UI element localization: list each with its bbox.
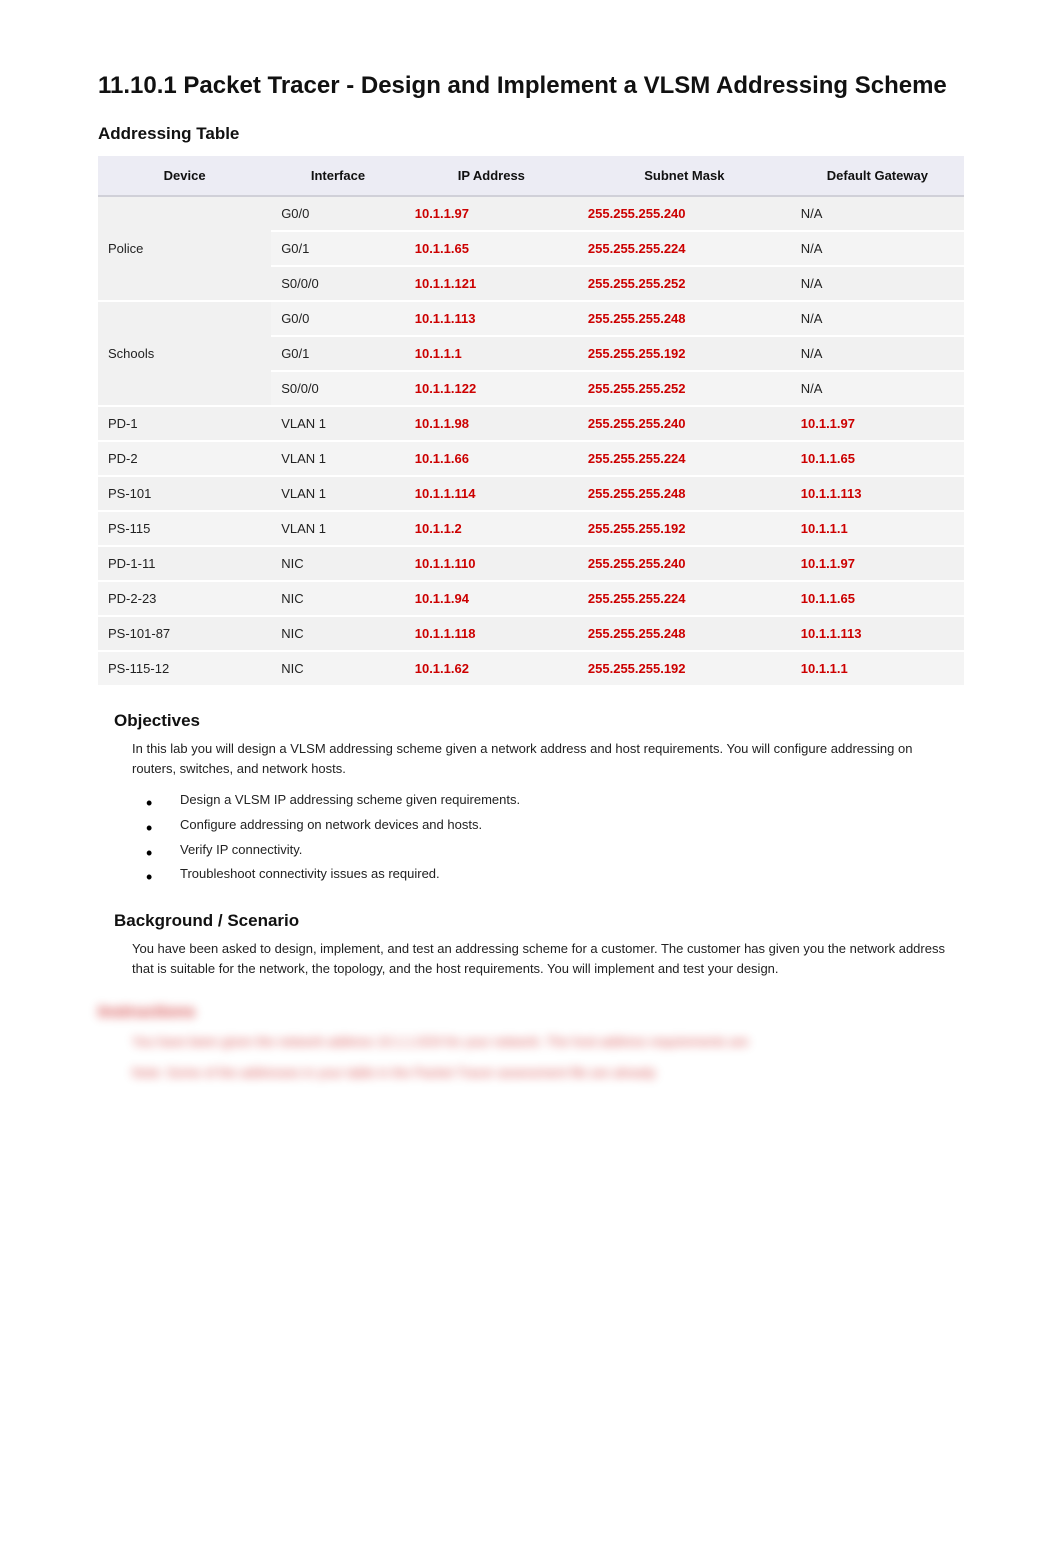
cell-gateway: 10.1.1.1 [791,511,964,546]
cell-gateway: 10.1.1.1 [791,651,964,686]
cell-mask: 255.255.255.240 [578,546,791,581]
blurred-heading: Instructions [98,1002,964,1022]
cell-gateway: 10.1.1.97 [791,546,964,581]
list-item: Configure addressing on network devices … [146,813,964,838]
cell-interface: VLAN 1 [271,406,405,441]
cell-mask: 255.255.255.224 [578,441,791,476]
th-interface: Interface [271,155,405,196]
cell-mask: 255.255.255.192 [578,511,791,546]
cell-device: PD-2-23 [98,581,271,616]
cell-gateway: 10.1.1.113 [791,616,964,651]
cell-ip: 10.1.1.62 [405,651,578,686]
cell-device: PD-1 [98,406,271,441]
cell-gateway: N/A [791,336,964,371]
cell-gateway: 10.1.1.65 [791,581,964,616]
section-addressing-table: Addressing Table [98,124,964,144]
list-item: Verify IP connectivity. [146,838,964,863]
table-row: PD-2VLAN 110.1.1.66255.255.255.22410.1.1… [98,441,964,476]
cell-ip: 10.1.1.110 [405,546,578,581]
table-row: PD-1-11NIC10.1.1.110255.255.255.24010.1.… [98,546,964,581]
objectives-intro: In this lab you will design a VLSM addre… [132,739,952,778]
cell-gateway: 10.1.1.113 [791,476,964,511]
cell-mask: 255.255.255.240 [578,406,791,441]
cell-interface: NIC [271,616,405,651]
cell-device: PD-2 [98,441,271,476]
cell-device: PS-115 [98,511,271,546]
cell-interface: NIC [271,581,405,616]
background-text: You have been asked to design, implement… [132,939,952,978]
cell-ip: 10.1.1.2 [405,511,578,546]
addressing-table: Device Interface IP Address Subnet Mask … [98,154,964,687]
cell-mask: 255.255.255.248 [578,616,791,651]
th-device: Device [98,155,271,196]
table-row: PD-1VLAN 110.1.1.98255.255.255.24010.1.1… [98,406,964,441]
cell-gateway: N/A [791,301,964,336]
objectives-list: Design a VLSM IP addressing scheme given… [146,788,964,887]
cell-interface: S0/0/0 [271,371,405,406]
blurred-line: Note: Some of the addresses in your tabl… [132,1063,964,1084]
table-row: PS-101VLAN 110.1.1.114255.255.255.24810.… [98,476,964,511]
list-item: Troubleshoot connectivity issues as requ… [146,862,964,887]
cell-ip: 10.1.1.1 [405,336,578,371]
cell-ip: 10.1.1.66 [405,441,578,476]
th-ip: IP Address [405,155,578,196]
cell-mask: 255.255.255.224 [578,231,791,266]
cell-ip: 10.1.1.121 [405,266,578,301]
table-row: PS-101-87NIC10.1.1.118255.255.255.24810.… [98,616,964,651]
page-title: 11.10.1 Packet Tracer - Design and Imple… [98,70,964,102]
cell-mask: 255.255.255.248 [578,476,791,511]
cell-interface: S0/0/0 [271,266,405,301]
cell-device: PS-101-87 [98,616,271,651]
cell-interface: VLAN 1 [271,476,405,511]
cell-ip: 10.1.1.65 [405,231,578,266]
cell-ip: 10.1.1.97 [405,196,578,231]
cell-gateway: N/A [791,231,964,266]
cell-interface: NIC [271,651,405,686]
cell-interface: NIC [271,546,405,581]
cell-gateway: N/A [791,371,964,406]
cell-mask: 255.255.255.240 [578,196,791,231]
cell-mask: 255.255.255.192 [578,651,791,686]
table-header-row: Device Interface IP Address Subnet Mask … [98,155,964,196]
cell-mask: 255.255.255.252 [578,371,791,406]
cell-interface: G0/1 [271,336,405,371]
cell-interface: VLAN 1 [271,441,405,476]
cell-interface: VLAN 1 [271,511,405,546]
th-gateway: Default Gateway [791,155,964,196]
cell-interface: G0/0 [271,301,405,336]
cell-interface: G0/1 [271,231,405,266]
blurred-line: You have been given the network address … [132,1032,964,1053]
cell-gateway: 10.1.1.97 [791,406,964,441]
cell-device: PD-1-11 [98,546,271,581]
section-background: Background / Scenario [114,911,964,931]
table-row: PD-2-23NIC10.1.1.94255.255.255.22410.1.1… [98,581,964,616]
blurred-block: Instructions You have been given the net… [98,1002,964,1084]
table-row: PoliceG0/010.1.1.97255.255.255.240N/A [98,196,964,231]
cell-mask: 255.255.255.248 [578,301,791,336]
cell-ip: 10.1.1.118 [405,616,578,651]
cell-device: PS-115-12 [98,651,271,686]
cell-device: Schools [98,301,271,406]
cell-mask: 255.255.255.192 [578,336,791,371]
table-row: SchoolsG0/010.1.1.113255.255.255.248N/A [98,301,964,336]
cell-ip: 10.1.1.98 [405,406,578,441]
cell-device: Police [98,196,271,301]
section-objectives: Objectives [114,711,964,731]
cell-ip: 10.1.1.94 [405,581,578,616]
table-row: PS-115VLAN 110.1.1.2255.255.255.19210.1.… [98,511,964,546]
cell-ip: 10.1.1.122 [405,371,578,406]
cell-mask: 255.255.255.252 [578,266,791,301]
cell-gateway: N/A [791,266,964,301]
cell-ip: 10.1.1.114 [405,476,578,511]
cell-ip: 10.1.1.113 [405,301,578,336]
th-mask: Subnet Mask [578,155,791,196]
cell-device: PS-101 [98,476,271,511]
list-item: Design a VLSM IP addressing scheme given… [146,788,964,813]
cell-gateway: N/A [791,196,964,231]
table-row: PS-115-12NIC10.1.1.62255.255.255.19210.1… [98,651,964,686]
cell-gateway: 10.1.1.65 [791,441,964,476]
cell-interface: G0/0 [271,196,405,231]
cell-mask: 255.255.255.224 [578,581,791,616]
